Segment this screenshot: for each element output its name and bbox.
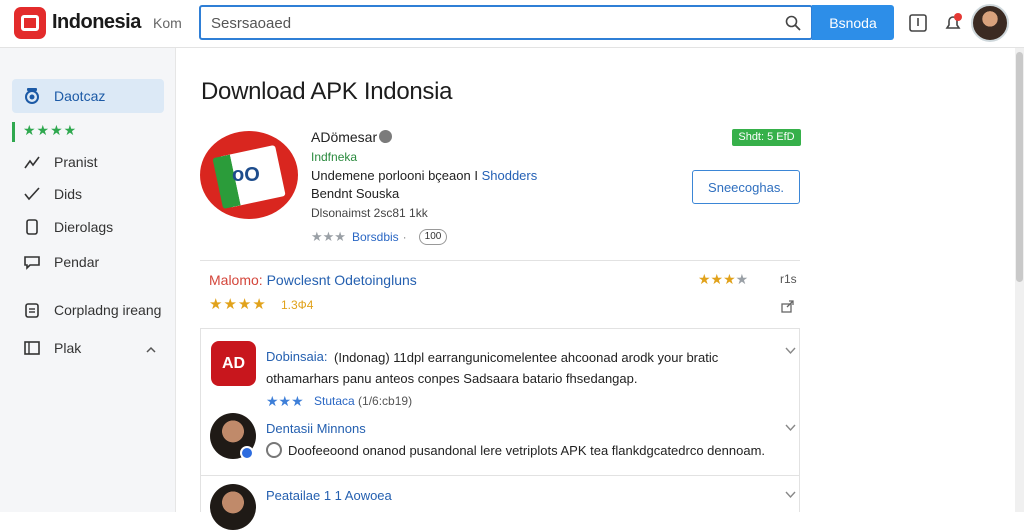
scrollbar-thumb[interactable]	[1016, 52, 1023, 282]
review-meta-link[interactable]: Stutaca	[314, 394, 355, 408]
rating-stars: ★★★	[311, 229, 346, 244]
sidebar-item-label: Daotcaz	[54, 88, 106, 104]
review-text-body: Doofeeoond onanod pusandonal lere vetrip…	[288, 443, 766, 458]
verified-icon	[379, 130, 392, 143]
app-description: Undemene porlooni bçeaon I Shodders	[311, 168, 537, 183]
divider	[201, 475, 799, 476]
review-stars: ★★★	[266, 393, 304, 409]
logo[interactable]	[14, 7, 46, 39]
grid-icon	[22, 338, 42, 358]
reviewer-avatar[interactable]	[210, 484, 256, 530]
trending-icon	[22, 152, 42, 172]
sidebar-item-rating[interactable]: ★★★★	[12, 122, 77, 142]
download-icon[interactable]	[907, 12, 929, 34]
review-meta: Stutaca (1/6:cb19)	[314, 394, 412, 408]
search-bar	[199, 5, 813, 40]
apps-icon	[22, 86, 42, 106]
rating-pill: 100	[418, 229, 448, 245]
sidebar-item-label: Pendar	[54, 254, 100, 270]
sidebar-item-dids[interactable]: Dids	[12, 177, 164, 211]
section-title: Malomo: Powclesnt Odetoingluns	[209, 272, 417, 288]
clipboard-icon	[22, 300, 42, 320]
divider	[200, 260, 800, 261]
app-rating-row: ★★★ Borsdbis · 100	[311, 229, 448, 245]
sidebar-item-pendar[interactable]: Pendar	[12, 245, 164, 279]
section-stars: ★★★★	[209, 296, 267, 313]
review-text: (Indonag) 11dpl earrangunicomelentee ahc…	[266, 350, 719, 386]
sidebar-item-trending[interactable]: Pranist	[12, 145, 164, 179]
dot-separator: ·	[402, 230, 407, 244]
page-title: Download APK Indonsia	[201, 78, 453, 105]
reviews-list: AD Dobinsaia: (Indonag) 11dpl earranguni…	[200, 328, 800, 530]
search-icon[interactable]	[785, 15, 801, 31]
status-badge: Shdt: 5 EfD	[732, 129, 801, 146]
app-name: ADömesar	[311, 129, 378, 145]
reviewer-name[interactable]: Peatailae 1 1 Aowoea	[266, 488, 392, 503]
app-icon[interactable]: oO	[200, 131, 298, 219]
overall-stars: ★★★★	[698, 271, 749, 287]
overall-count: r1s	[780, 272, 797, 286]
app-description-text: Undemene porlooni bçeaon I	[311, 168, 478, 183]
action-button[interactable]: Sneecoghas.	[692, 170, 800, 204]
chevron-down-icon[interactable]	[785, 422, 796, 433]
rating-link[interactable]: Borsdbis	[352, 230, 399, 244]
app-category[interactable]: Indfneka	[311, 150, 357, 164]
app-size: Dlsonaimst 2sc81 1kk	[311, 206, 428, 220]
sidebar-item-downloads[interactable]: Dierolags	[12, 210, 164, 244]
file-icon	[22, 217, 42, 237]
search-button[interactable]: Bsnoda	[812, 5, 894, 40]
check-icon	[22, 184, 42, 204]
sidebar-item-label: Corpladng ireang	[54, 302, 162, 318]
reviewer-name[interactable]: Dentasii Minnons	[266, 421, 366, 436]
sidebar-item-label: Dids	[54, 186, 83, 202]
sidebar-item-corpladng[interactable]: Corpladng ireang	[12, 293, 164, 327]
sidebar: Daotcaz ★★★★ Pranist Dids Dierolags Pend…	[0, 48, 176, 512]
developer-link[interactable]: Shodders	[482, 168, 538, 183]
sidebar-item-label: Pranist	[54, 154, 98, 170]
brand-subtitle: Kom	[153, 15, 182, 31]
notification-bell-icon[interactable]	[942, 12, 964, 34]
reviewer-logo[interactable]: AD	[211, 341, 256, 386]
sidebar-item-dashboard[interactable]: Daotcaz	[12, 79, 164, 113]
review-meta-text: (1/6:cb19)	[358, 394, 413, 408]
chat-icon	[22, 252, 42, 272]
app-developer: Bendnt Souska	[311, 186, 400, 201]
info-icon	[266, 442, 282, 458]
share-icon[interactable]	[781, 299, 795, 313]
search-input[interactable]	[211, 14, 771, 32]
brand-name[interactable]: Indonesia	[52, 11, 141, 34]
section-title-prefix: Malomo:	[209, 272, 263, 288]
user-avatar[interactable]	[971, 4, 1009, 42]
chevron-down-icon[interactable]	[785, 345, 796, 356]
sidebar-item-label: Dierolags	[54, 219, 114, 235]
sidebar-item-plak[interactable]: Plak	[12, 331, 164, 365]
review-text: Doofeeoond onanod pusandonal lere vetrip…	[266, 440, 776, 461]
sidebar-item-label: Plak	[54, 340, 82, 356]
top-bar: Indonesia Kom Bsnoda	[0, 0, 1024, 48]
chevron-down-icon[interactable]	[785, 489, 796, 500]
chevron-up-icon[interactable]	[146, 345, 156, 355]
section-score: 1.3Ф4	[281, 298, 314, 312]
verified-badge-icon	[240, 446, 254, 460]
section-title-text: Powclesnt Odetoingluns	[266, 272, 417, 288]
